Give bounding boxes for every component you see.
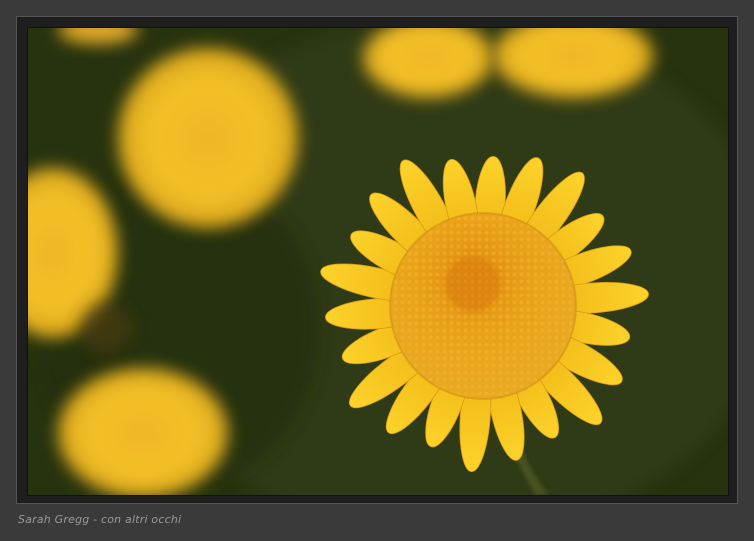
- photo: [27, 27, 729, 496]
- blurred-flower-bottom-left: [58, 368, 228, 495]
- photo-caption: Sarah Gregg - con altri occhi: [18, 513, 182, 526]
- blurred-bud: [80, 302, 132, 354]
- blurred-flower-top-left: [118, 48, 298, 228]
